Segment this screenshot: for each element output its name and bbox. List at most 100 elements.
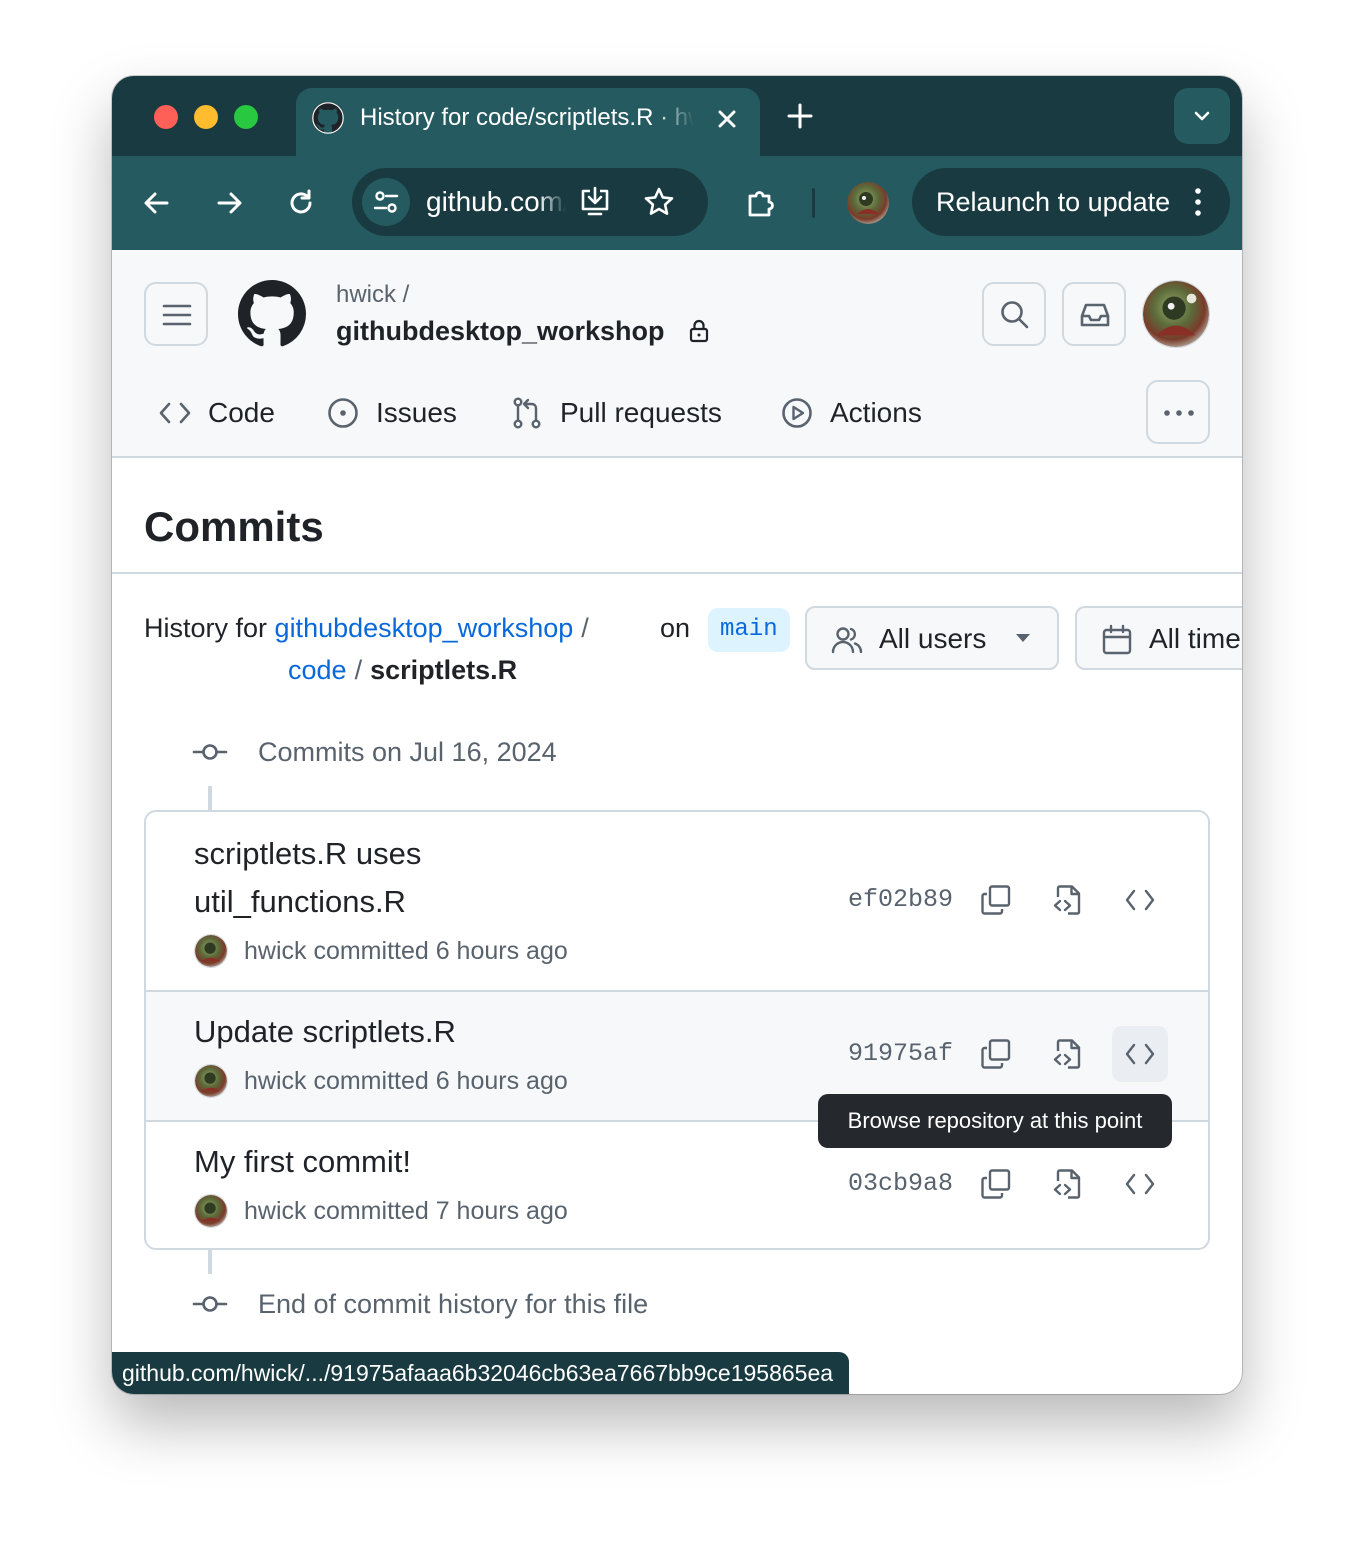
commit-message-link[interactable]: My first commit! <box>194 1138 411 1186</box>
global-nav-menu-button[interactable] <box>144 282 208 346</box>
tab-search-button[interactable] <box>1174 88 1230 144</box>
history-breadcrumb: History for githubdesktop_workshop / <box>144 608 597 648</box>
copy-icon <box>981 1039 1011 1069</box>
commit-group-heading: Commits on Jul 16, 2024 <box>258 737 557 767</box>
code-icon <box>159 402 191 424</box>
avatar[interactable] <box>194 1194 228 1228</box>
install-app-icon[interactable] <box>578 185 612 219</box>
reload-icon[interactable] <box>284 186 318 220</box>
repo-nav: Code Issues Pull requests Actions <box>112 390 1242 436</box>
breadcrumb-repo-link[interactable]: githubdesktop_workshop <box>275 613 574 643</box>
user-avatar[interactable] <box>1142 280 1210 348</box>
inbox-icon <box>1080 303 1110 327</box>
issue-opened-icon <box>328 398 358 428</box>
chevron-down-icon <box>1194 111 1210 121</box>
tab-pull-requests[interactable]: Pull requests <box>510 390 740 436</box>
tab-actions[interactable]: Actions <box>780 390 940 436</box>
page-title: Commits <box>144 503 324 550</box>
breadcrumb-file: scriptlets.R <box>370 655 518 685</box>
timeline-line <box>208 786 212 810</box>
timeline-line <box>208 1250 212 1274</box>
repo-name-link[interactable]: githubdesktop_workshop <box>336 314 665 348</box>
commit-sha-link[interactable]: 91975af <box>848 1037 953 1071</box>
copy-sha-button[interactable] <box>968 1156 1024 1212</box>
time-filter-button[interactable]: All time <box>1075 606 1242 670</box>
tab-code[interactable]: Code <box>158 390 288 436</box>
relaunch-to-update-button[interactable]: Relaunch to update <box>912 168 1230 236</box>
browse-repo-button[interactable] <box>1112 1026 1168 1082</box>
inbox-button[interactable] <box>1062 282 1126 346</box>
browser-toolbar: github.com/hwick/githubdesktop_workshop/… <box>112 156 1242 250</box>
history-prefix: History for <box>144 613 268 643</box>
tab-pull-requests-label: Pull requests <box>560 397 722 428</box>
address-text[interactable]: github.com/hwick/githubdesktop_workshop/… <box>426 185 566 219</box>
repo-header: hwick / githubdesktop_workshop Code Issu… <box>112 250 1242 458</box>
tab-issues-label: Issues <box>376 397 457 428</box>
copy-sha-button[interactable] <box>968 872 1024 928</box>
browse-repo-button[interactable] <box>1112 872 1168 928</box>
close-window-button[interactable] <box>154 105 178 129</box>
breadcrumb-dir-link[interactable]: code <box>288 655 347 685</box>
kebab-horizontal-icon <box>1164 410 1194 416</box>
commit-sha-link[interactable]: 03cb9a8 <box>848 1167 953 1201</box>
copy-icon <box>981 885 1011 915</box>
end-of-history-text: End of commit history for this file <box>258 1289 649 1319</box>
view-file-at-commit-button[interactable] <box>1040 1026 1096 1082</box>
browse-repo-button[interactable] <box>1112 1156 1168 1212</box>
forward-arrow-icon[interactable] <box>212 186 246 220</box>
view-file-at-commit-button[interactable] <box>1040 872 1096 928</box>
people-icon <box>831 627 863 654</box>
active-tab[interactable]: History for code/scriptlets.R · hwick/gi… <box>296 88 760 158</box>
tab-bar: History for code/scriptlets.R · hwick/gi… <box>112 76 1242 158</box>
view-file-at-commit-button[interactable] <box>1040 1156 1096 1212</box>
maximize-window-button[interactable] <box>234 105 258 129</box>
commit-list: scriptlets.R uses util_functions.R hwick… <box>144 810 1210 1250</box>
back-arrow-icon[interactable] <box>140 186 174 220</box>
divider <box>112 572 1242 574</box>
kebab-menu-icon[interactable] <box>1188 185 1208 219</box>
tooltip: Browse repository at this point <box>818 1094 1172 1148</box>
tab-code-label: Code <box>208 397 275 428</box>
hamburger-icon <box>162 304 192 326</box>
file-code-icon <box>1053 885 1081 915</box>
bookmark-star-icon[interactable] <box>642 185 676 219</box>
minimize-window-button[interactable] <box>194 105 218 129</box>
code-icon <box>1125 1173 1155 1195</box>
link-status-bar: github.com/hwick/.../91975afaaa6b32046cb… <box>112 1352 850 1394</box>
search-button[interactable] <box>982 282 1046 346</box>
more-nav-button[interactable] <box>1146 380 1210 444</box>
code-icon <box>1125 1043 1155 1065</box>
commit-sha-link[interactable]: ef02b89 <box>848 883 953 917</box>
branch-badge[interactable]: main <box>708 608 790 652</box>
breadcrumb-separator: / <box>581 613 589 643</box>
file-code-icon <box>1053 1039 1081 1069</box>
lock-icon <box>689 319 709 343</box>
site-info-button[interactable] <box>362 178 410 226</box>
avatar[interactable] <box>194 1064 228 1098</box>
close-tab-icon[interactable] <box>712 104 742 134</box>
time-filter-label: All time <box>1149 623 1241 654</box>
avatar[interactable] <box>194 934 228 968</box>
relaunch-label: Relaunch to update <box>936 187 1171 217</box>
address-bar[interactable]: github.com/hwick/githubdesktop_workshop/… <box>352 168 708 236</box>
tab-title: History for code/scriptlets.R · hwick/gi… <box>360 104 694 131</box>
calendar-icon <box>1102 624 1132 655</box>
users-filter-button[interactable]: All users <box>805 606 1059 670</box>
new-tab-icon[interactable] <box>784 100 816 132</box>
commit-message-link[interactable]: scriptlets.R uses util_functions.R <box>194 830 421 926</box>
users-filter-label: All users <box>879 623 987 654</box>
github-logo-icon[interactable] <box>238 280 306 348</box>
extensions-puzzle-icon[interactable] <box>744 186 778 220</box>
caret-down-icon <box>1016 634 1030 642</box>
commit-author-text: hwick committed 6 hours ago <box>244 1067 568 1095</box>
commit-message-link[interactable]: Update scriptlets.R <box>194 1008 456 1056</box>
git-pull-request-icon <box>513 397 541 429</box>
repo-owner-link[interactable]: hwick / <box>336 280 409 310</box>
copy-sha-button[interactable] <box>968 1026 1024 1082</box>
browser-window: History for code/scriptlets.R · hwick/gi… <box>112 76 1242 1394</box>
commit-author-text: hwick committed 6 hours ago <box>244 937 568 965</box>
play-icon <box>782 398 812 428</box>
tab-issues[interactable]: Issues <box>326 390 466 436</box>
copy-icon <box>981 1169 1011 1199</box>
profile-avatar[interactable] <box>847 182 889 224</box>
